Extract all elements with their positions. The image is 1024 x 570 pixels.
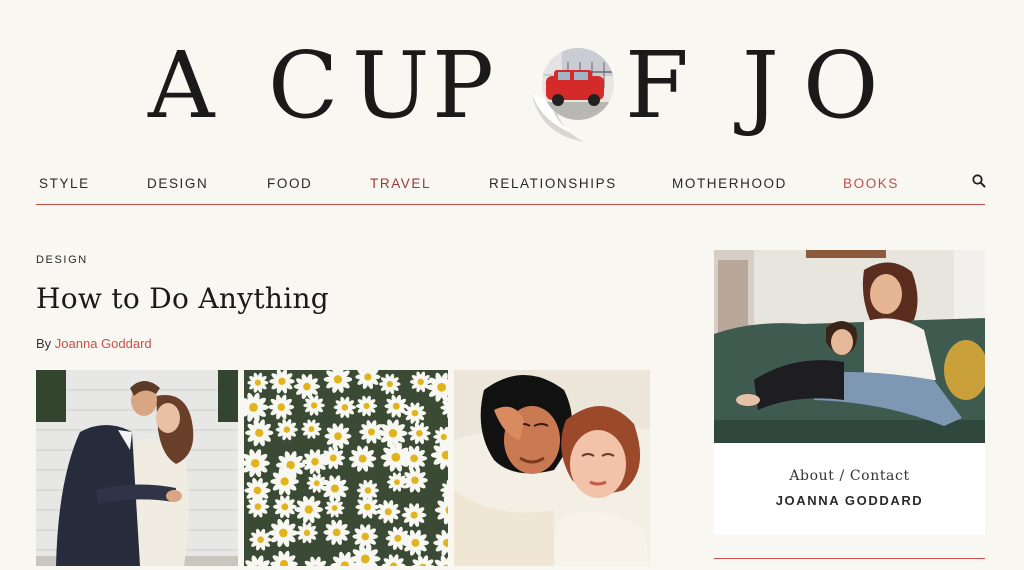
nav-item-food[interactable]: FOOD — [267, 176, 312, 191]
search-icon[interactable] — [971, 173, 987, 189]
sidebar-about-card: About / Contact JOANNA GODDARD — [714, 250, 985, 535]
author-link[interactable]: Joanna Goddard — [55, 336, 152, 351]
logo-letter-o: O — [803, 32, 879, 139]
logo-letter-u: U — [352, 32, 430, 139]
sidebar-divider — [714, 558, 985, 559]
article-category[interactable]: DESIGN — [36, 254, 88, 266]
logo-letter-a: A — [148, 32, 215, 139]
logo-letter-f: F — [625, 32, 689, 139]
nav-item-design[interactable]: DESIGN — [147, 176, 208, 191]
about-contact-link[interactable]: About / Contact — [714, 468, 985, 484]
article-image-couple[interactable] — [36, 370, 238, 566]
nav-item-books[interactable]: BOOKS — [843, 176, 899, 191]
article-title[interactable]: How to Do Anything — [36, 282, 329, 315]
nav-item-style[interactable]: STYLE — [39, 176, 90, 191]
logo-letter-p: P — [432, 32, 494, 139]
logo-letter-c: C — [268, 32, 339, 139]
site-logo[interactable]: A C U P F J O — [0, 36, 1024, 146]
sidebar-author-photo[interactable] — [714, 250, 985, 443]
main-nav: STYLE DESIGN FOOD TRAVEL RELATIONSHIPS M… — [36, 168, 987, 205]
logo-car-badge-icon — [532, 48, 614, 142]
article-byline: By Joanna Goddard — [36, 336, 152, 351]
nav-item-motherhood[interactable]: MOTHERHOOD — [672, 176, 787, 191]
article-image-illustration[interactable] — [454, 370, 650, 566]
logo-letter-j: J — [742, 32, 779, 139]
byline-prefix: By — [36, 336, 55, 351]
article-image-daisies[interactable] — [244, 370, 448, 566]
sidebar-author-name: JOANNA GODDARD — [775, 493, 924, 508]
nav-item-travel[interactable]: TRAVEL — [370, 176, 431, 191]
nav-item-relationships[interactable]: RELATIONSHIPS — [489, 176, 617, 191]
